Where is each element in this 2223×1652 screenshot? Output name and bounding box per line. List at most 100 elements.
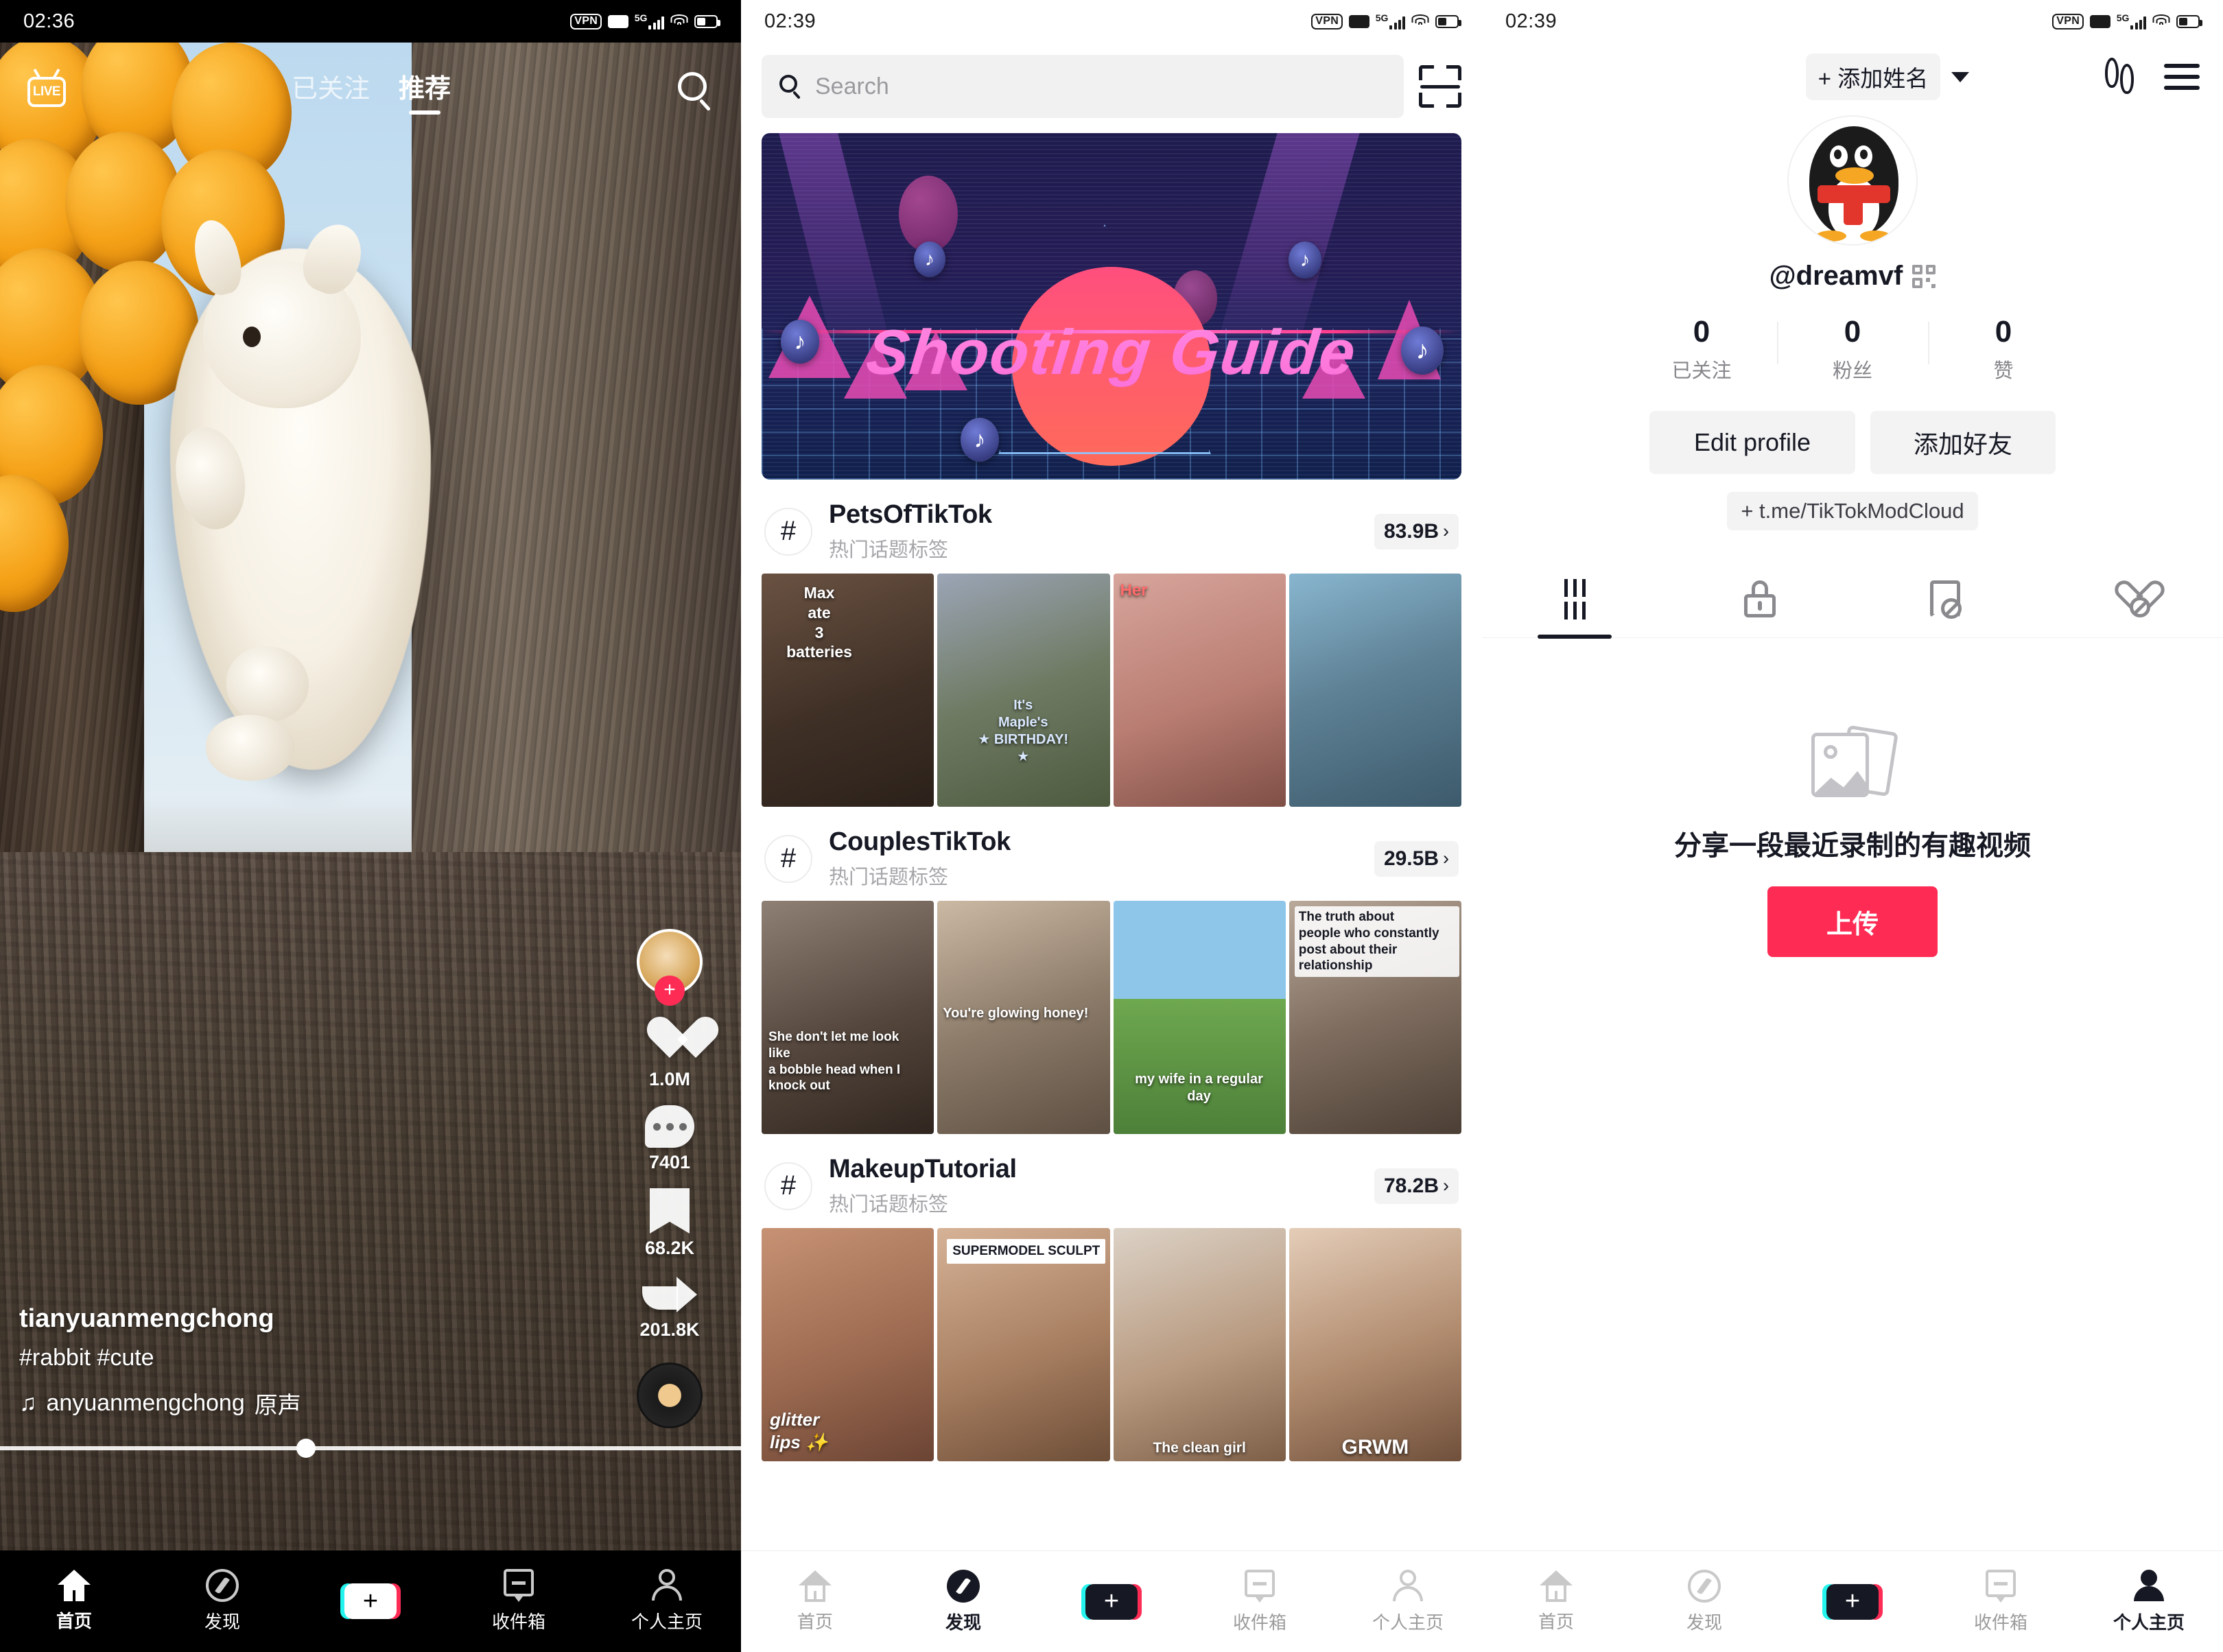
nav-create[interactable]: + — [1787, 1583, 1918, 1620]
search-input[interactable]: Search — [762, 55, 1404, 118]
status-icons: VPN HD 5G — [2052, 13, 2202, 30]
footprints-icon[interactable] — [2104, 58, 2137, 96]
scan-icon[interactable] — [1419, 65, 1461, 108]
hashtag-count-badge[interactable]: 29.5B › — [1374, 840, 1459, 877]
banner-title: Shooting Guide — [762, 317, 1461, 389]
music-disc-icon[interactable] — [637, 1362, 703, 1428]
progress-knob[interactable] — [296, 1439, 316, 1458]
nav-home[interactable]: 首页 — [750, 1570, 880, 1633]
tab-videos[interactable] — [1482, 560, 1667, 637]
nav-discover[interactable]: 发现 — [157, 1569, 287, 1633]
profile-icon — [2134, 1569, 2164, 1603]
nav-profile[interactable]: 个人主页 — [1343, 1569, 1473, 1634]
share-icon — [642, 1274, 697, 1315]
upload-button[interactable]: 上传 — [1767, 886, 1938, 957]
wifi-icon — [670, 14, 688, 28]
nav-create[interactable]: + — [1046, 1583, 1177, 1620]
hamburger-menu-icon[interactable] — [2163, 64, 2200, 90]
status-icons: VPN HD 5G — [570, 13, 720, 30]
status-icons: VPN HD 5G — [1311, 13, 1461, 30]
battery-icon — [1435, 14, 1461, 28]
hashtag-subtitle: 热门话题标签 — [829, 539, 949, 561]
nav-profile[interactable]: 个人主页 — [2084, 1569, 2214, 1634]
live-button[interactable]: LIVE — [25, 69, 69, 113]
tiktok-coin-icon: ♪ — [781, 320, 819, 364]
tiktok-coin-icon: ♪ — [961, 418, 999, 462]
profile-top-bar: + 添加姓名 — [1482, 43, 2223, 100]
video-thumbnail[interactable]: Her — [1113, 574, 1286, 807]
nav-discover[interactable]: 发现 — [1639, 1569, 1769, 1634]
nav-discover[interactable]: 发现 — [898, 1569, 1028, 1634]
video-thumbnail[interactable]: It's Maple's ★ BIRTHDAY! ★ — [937, 574, 1110, 807]
caption-hashtags[interactable]: #rabbit #cute — [19, 1345, 458, 1371]
hashtag-count-badge[interactable]: 83.9B › — [1374, 513, 1459, 550]
shooting-guide-banner[interactable]: Shooting Guide ♪ ♪ ♪ ♪ ♪ — [762, 133, 1461, 480]
video-player[interactable]: LIVE 已关注 推荐 + 1.0M 7401 68.2K 201.8K tia… — [0, 43, 741, 1550]
music-row[interactable]: ♫ anyuanmengchong 原声 — [19, 1386, 458, 1420]
comment-action[interactable]: 7401 — [645, 1105, 694, 1173]
empty-state: 分享一段最近录制的有趣视频 上传 — [1482, 724, 2223, 957]
hashtag-row[interactable]: # PetsOfTikTok 热门话题标签 83.9B › — [741, 480, 1482, 569]
video-thumbnail[interactable]: She don't let me look like a bobble head… — [762, 901, 934, 1134]
tab-private[interactable] — [1667, 560, 1852, 637]
qq-penguin-avatar[interactable] — [1787, 115, 1918, 246]
bookmark-action[interactable]: 68.2K — [645, 1188, 694, 1259]
nav-home-label: 首页 — [1538, 1611, 1574, 1632]
tab-liked[interactable] — [2038, 560, 2223, 637]
stat-following[interactable]: 0 已关注 — [1626, 315, 1777, 384]
hashtag-count-badge[interactable]: 78.2B › — [1374, 1168, 1459, 1204]
add-name-button[interactable]: + 添加姓名 — [1805, 54, 1941, 100]
qr-code-icon[interactable] — [1912, 264, 1936, 288]
stat-likes[interactable]: 0 赞 — [1928, 315, 2079, 384]
chevron-down-icon[interactable] — [1951, 71, 1970, 82]
add-friend-button[interactable]: 添加好友 — [1870, 411, 2056, 474]
video-thumbnail[interactable]: You're glowing honey! — [937, 901, 1110, 1134]
nav-inbox[interactable]: 收件箱 — [1936, 1569, 2066, 1634]
placeholder-card-front — [1811, 733, 1869, 797]
inbox-icon — [1245, 1569, 1275, 1603]
nav-inbox[interactable]: 收件箱 — [1195, 1569, 1325, 1634]
nav-home[interactable]: 首页 — [1491, 1570, 1621, 1633]
hd-icon: HD — [2090, 14, 2110, 28]
video-progress-bar[interactable] — [0, 1439, 741, 1458]
hashtag-row[interactable]: # MakeupTutorial 热门话题标签 78.2B › — [741, 1134, 1482, 1224]
hashtag-row[interactable]: # CouplesTikTok 热门话题标签 29.5B › — [741, 807, 1482, 897]
nav-profile[interactable]: 个人主页 — [602, 1569, 732, 1633]
like-action[interactable]: 1.0M — [644, 1018, 695, 1090]
nav-home[interactable]: 首页 — [9, 1570, 139, 1633]
music-suffix: 原声 — [254, 1393, 301, 1419]
comment-count: 7401 — [648, 1152, 691, 1172]
bio-text[interactable]: + t.me/TikTokModCloud — [1727, 492, 1978, 530]
creator-avatar[interactable]: + — [637, 929, 703, 1006]
video-thumbnail[interactable]: GRWM — [1289, 1228, 1461, 1461]
wifi-icon — [2152, 14, 2170, 28]
follow-plus-button[interactable]: + — [655, 976, 685, 1006]
bottom-nav-feed: 首页 发现 + 收件箱 个人主页 — [0, 1550, 741, 1652]
thumbnail-caption: It's Maple's ★ BIRTHDAY! ★ — [978, 698, 1069, 764]
creator-username[interactable]: tianyuanmengchong — [19, 1304, 458, 1334]
hashtag-count: 83.9B — [1383, 519, 1439, 543]
hashtag-count: 29.5B — [1383, 847, 1439, 870]
video-thumbnail[interactable]: my wife in a regular day — [1113, 901, 1286, 1134]
video-thumbnail[interactable]: glitter lips ✨ — [762, 1228, 934, 1461]
edit-profile-button[interactable]: Edit profile — [1649, 411, 1855, 474]
nav-discover-label: 发现 — [945, 1612, 981, 1633]
nav-create[interactable]: + — [305, 1583, 436, 1619]
video-thumbnail[interactable]: The truth about people who constantly po… — [1289, 901, 1461, 1134]
stat-followers[interactable]: 0 粉丝 — [1777, 315, 1928, 384]
nav-inbox[interactable]: 收件箱 — [454, 1569, 584, 1633]
stat-label: 已关注 — [1671, 360, 1732, 382]
add-name-group: + 添加姓名 — [1805, 54, 1970, 100]
inbox-icon — [504, 1569, 534, 1602]
signal-bars-icon — [2130, 16, 2146, 30]
video-thumbnail[interactable]: Max ate 3 batteries — [762, 574, 934, 807]
search-icon[interactable] — [674, 69, 716, 112]
photos-placeholder-icon — [1811, 724, 1898, 799]
tab-following[interactable]: 已关注 — [292, 67, 370, 115]
tab-saved[interactable] — [1852, 560, 2038, 637]
share-action[interactable]: 201.8K — [639, 1274, 700, 1341]
video-thumbnail[interactable]: SUPERMODEL SCULPT — [937, 1228, 1110, 1461]
tab-for-you[interactable]: 推荐 — [399, 67, 451, 115]
video-thumbnail[interactable] — [1289, 574, 1461, 807]
video-thumbnail[interactable]: The clean girl — [1113, 1228, 1286, 1461]
